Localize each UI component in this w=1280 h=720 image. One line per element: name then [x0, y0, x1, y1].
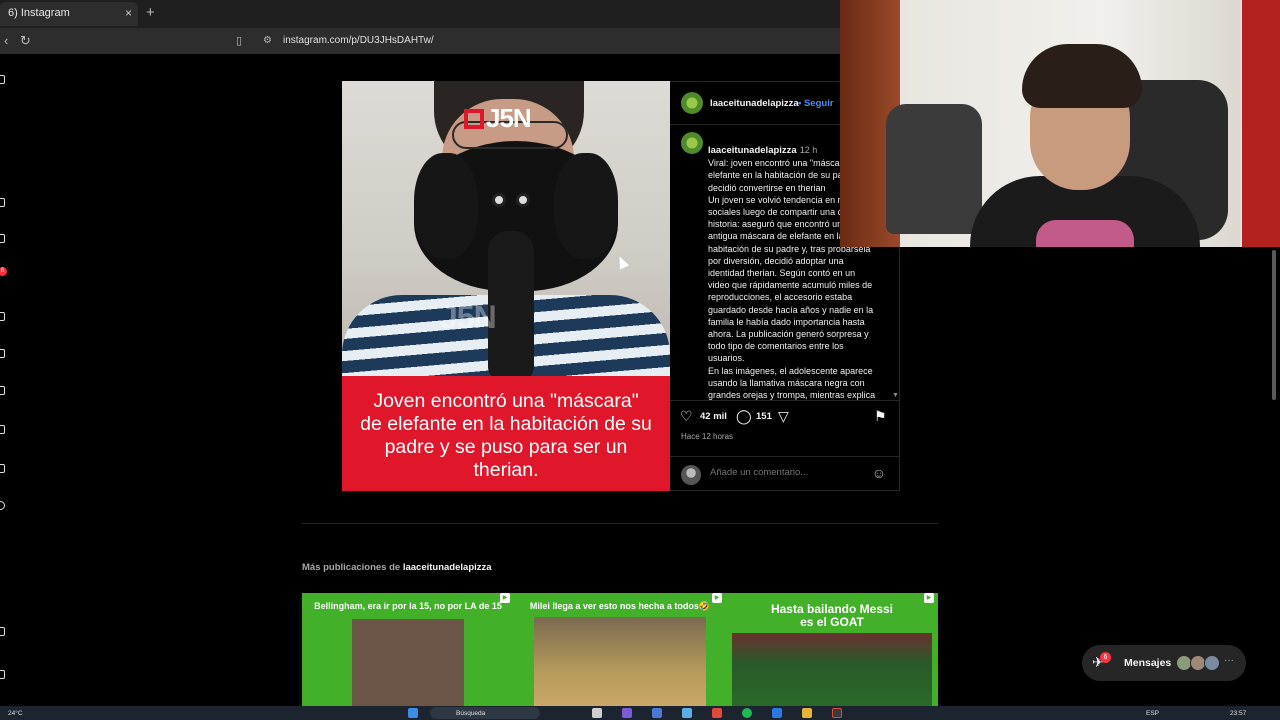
more-dots-icon[interactable]: ··· [1224, 655, 1234, 666]
browser-app-icon[interactable] [712, 708, 722, 718]
share-icon[interactable]: ▽ [778, 408, 789, 425]
comment-icon[interactable]: ◯ [736, 408, 752, 425]
like-heart-icon[interactable]: ♡ [680, 408, 693, 425]
post-image[interactable]: J5N J5N Joven encontró una "máscara" de … [342, 81, 670, 491]
language-indicator[interactable]: ESP [1146, 710, 1159, 717]
author-avatar[interactable] [681, 92, 703, 114]
save-bookmark-icon[interactable]: ⚑ [874, 408, 887, 425]
more-posts-heading: Más publicaciones de laaceitunadelapizza [302, 562, 492, 573]
comment-count: 151 [756, 411, 772, 422]
address-bar[interactable]: instagram.com/p/DU3JHsDAHTw/ [283, 35, 434, 46]
more-icon[interactable] [0, 670, 5, 679]
reel-icon: ▶ [712, 593, 722, 603]
thumbnail-image [534, 617, 706, 706]
browser-tab-instagram[interactable]: 6) Instagram × [0, 2, 138, 26]
mask-eye-right [516, 193, 530, 207]
j5n-logo: J5N [464, 103, 532, 134]
scroll-down-arrow-icon[interactable]: ▼ [892, 392, 899, 399]
thumbnail-image [352, 619, 464, 706]
caption-time: 12 h [799, 145, 818, 155]
like-count: 42 mil [700, 411, 727, 422]
app-icon[interactable] [772, 708, 782, 718]
thumbnail-title: Hasta bailando Messi es el GOAT [770, 602, 894, 629]
windows-start-icon[interactable] [408, 708, 418, 718]
file-explorer-icon[interactable] [802, 708, 812, 718]
mask-eye-left [492, 193, 506, 207]
webcam-shirt-print [1036, 220, 1134, 247]
image-caption-box: Joven encontró una "máscara" de elefante… [342, 376, 670, 491]
weather-widget[interactable]: 24°C [8, 710, 23, 717]
home-icon[interactable] [0, 198, 5, 207]
reel-icon: ▶ [500, 593, 510, 603]
caption-avatar[interactable] [681, 132, 703, 154]
app-icon[interactable] [652, 708, 662, 718]
search-icon[interactable] [0, 234, 5, 243]
messages-badge: 6 [1100, 652, 1111, 663]
description-paragraph: En las imágenes, el adolescente aparece … [708, 365, 876, 400]
app-icon[interactable] [682, 708, 692, 718]
app-icon[interactable] [832, 708, 842, 718]
conversation-avatar [1204, 655, 1220, 671]
messages-button[interactable]: ✈ 6 Mensajes ··· [1082, 645, 1246, 681]
tab-title: 6) Instagram [8, 7, 70, 19]
webcam-chair-back [886, 104, 982, 234]
messages-nav-icon[interactable] [0, 386, 5, 395]
bookmark-icon[interactable]: ▯ [236, 34, 242, 47]
webcam-overlay [840, 0, 1280, 247]
page-scrollbar[interactable] [1272, 250, 1276, 400]
reel-icon: ▶ [924, 593, 934, 603]
emoji-icon[interactable]: ☺ [872, 465, 886, 481]
more-posts-username[interactable]: laaceitunadelapizza [403, 562, 492, 573]
close-tab-icon[interactable]: × [125, 6, 132, 20]
instagram-logo-icon[interactable] [0, 75, 5, 84]
follow-button[interactable]: • Seguir [798, 98, 834, 109]
browser-toolbar: ‹ ↻ ▯ ⚙ instagram.com/p/DU3JHsDAHTw/ [0, 28, 840, 54]
explore-icon[interactable] [0, 312, 5, 321]
site-settings-icon[interactable]: ⚙ [263, 35, 272, 46]
app-icon[interactable] [622, 708, 632, 718]
menu-icon[interactable] [0, 627, 5, 636]
notifications-icon[interactable] [0, 425, 5, 434]
task-view-icon[interactable] [592, 708, 602, 718]
thumbnail-title: Milei llega a ver esto nos hecha a todos… [529, 601, 711, 611]
browser-tab-bar: 6) Instagram × + [0, 0, 840, 28]
reels-icon[interactable] [0, 349, 5, 358]
caption-username[interactable]: laaceitunadelapizza [708, 145, 797, 156]
author-username[interactable]: laaceitunadelapizza [710, 98, 799, 109]
create-icon[interactable] [0, 464, 5, 473]
webcam-red-panel [1242, 0, 1280, 247]
thumbnail-title: Bellingham, era ir por la 15, no por LA … [314, 601, 502, 611]
section-divider [302, 523, 938, 524]
webcam-person-hair [1022, 44, 1142, 108]
taskbar-search[interactable]: Búsqueda [430, 707, 540, 719]
more-post-thumbnail[interactable]: Hasta bailando Messi es el GOAT ▶ [726, 593, 938, 706]
comment-input[interactable] [710, 467, 860, 478]
posted-time: Hace 12 horas [681, 432, 734, 441]
comment-composer: ☺ [670, 456, 900, 490]
taskbar-clock[interactable]: 23:57 [1230, 710, 1246, 717]
image-caption-text: Joven encontró una "máscara" de elefante… [360, 390, 652, 481]
spotify-icon[interactable] [742, 708, 752, 718]
taskbar-search-label: Búsqueda [456, 710, 486, 717]
post-actions: ♡ 42 mil ◯ 151 ▽ ⚑ [680, 408, 892, 428]
reload-icon[interactable]: ↻ [20, 33, 31, 49]
thumbnail-image [732, 633, 932, 706]
new-tab-icon[interactable]: + [146, 4, 155, 21]
viewer-avatar [681, 465, 701, 485]
windows-taskbar: 24°C Búsqueda ESP 23:57 [0, 706, 1280, 720]
more-post-thumbnail[interactable]: Bellingham, era ir por la 15, no por LA … [302, 593, 514, 706]
messages-label: Mensajes [1124, 657, 1172, 669]
actions-divider [670, 400, 900, 401]
j5n-watermark: J5N [440, 299, 497, 335]
mask-ear-right [554, 153, 618, 259]
mask-ear-left [414, 153, 478, 259]
more-post-thumbnail[interactable]: Milei llega a ver esto nos hecha a todos… [514, 593, 726, 706]
back-icon[interactable]: ‹ [4, 33, 8, 48]
